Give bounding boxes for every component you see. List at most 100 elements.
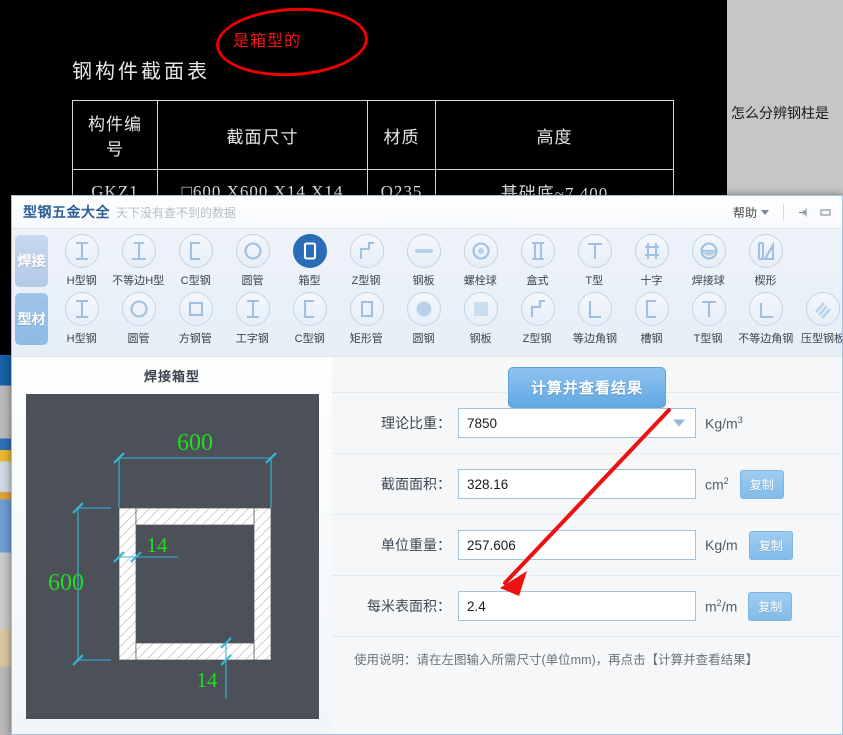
field-value: 328.16 — [467, 476, 509, 492]
toolbar-item-label: T型 — [585, 275, 604, 287]
field-unit: m2/m — [705, 597, 738, 615]
sidebar-item-welded[interactable]: 焊接 — [15, 235, 48, 287]
result-field[interactable]: 2.4 — [458, 591, 696, 621]
toolbar-item-z-beam[interactable]: Z型钢 — [509, 292, 566, 346]
toolbar-item-checker-plate[interactable]: 钢板 — [452, 292, 509, 346]
copy-button[interactable]: 复制 — [748, 530, 793, 560]
field-unit: Kg/m — [705, 537, 738, 553]
field-label: 每米表面积： — [367, 598, 451, 614]
toolbar-item-t-beam[interactable]: T型钢 — [680, 292, 737, 346]
toolbar-item-label: 箱型 — [298, 275, 321, 287]
annotation-text: 是箱型的 — [233, 33, 302, 50]
toolbar-item-cross-section[interactable]: 十字 — [623, 234, 680, 288]
calc-button-wrap: 计算并查看结果 — [332, 367, 842, 408]
toolbar-item-round-pipe[interactable]: 圆管 — [224, 234, 281, 288]
icon-circle — [520, 292, 555, 326]
form-row-2: 单位重量： 257.606 Kg/m 复制 — [332, 514, 842, 575]
toolbar-item-wedge[interactable]: 楔形 — [737, 234, 794, 288]
sidebar-item-profile[interactable]: 型材 — [15, 293, 48, 345]
toolbar-item-label: 圆管 — [127, 333, 150, 345]
toolbar-item-profiled-plate[interactable]: 压型钢板 — [794, 292, 843, 346]
screen-root: 怎么分辨钢柱是 是箱型的 钢构件截面表 构件编号 截面尺寸 材质 高度 GKZ1… — [0, 0, 843, 735]
field-label: 理论比重： — [381, 415, 451, 431]
toolbar-item-equal-angle[interactable]: 等边角钢 — [566, 292, 623, 346]
icon-circle — [463, 234, 498, 268]
channel-icon — [645, 299, 656, 319]
calculate-button[interactable]: 计算并查看结果 — [507, 367, 666, 408]
icon-circle — [349, 234, 384, 268]
field-label: 单位重量： — [381, 537, 451, 553]
pin-icon[interactable] — [792, 202, 814, 222]
section-diagram[interactable]: 600 600 14 14 — [25, 394, 319, 719]
toolbar-item-label: 钢板 — [469, 333, 492, 345]
results-pane: 计算并查看结果 理论比重： 7850 Kg/m3 截面面积： 328.16 cm2 复制 单位… — [332, 357, 842, 734]
background-left-strip — [0, 355, 11, 735]
table-header-row: 构件编号 截面尺寸 材质 高度 — [72, 100, 674, 170]
toolbar-item-h-beam[interactable]: H型钢 — [53, 292, 110, 346]
toolbar-item-steel-plate[interactable]: 钢板 — [395, 234, 452, 288]
icon-circle — [520, 234, 555, 268]
dim-thickness-top-label: 14 — [146, 533, 168, 557]
toolbar-item-unequal-angle[interactable]: 不等边角钢 — [737, 292, 794, 346]
toolbar-item-bolt-ball[interactable]: 螺栓球 — [452, 234, 509, 288]
toolbar-item-round-pipe[interactable]: 圆管 — [110, 292, 167, 346]
square-tube-icon — [188, 301, 203, 317]
toolbar-item-box-section[interactable]: 箱型 — [281, 234, 338, 288]
toolbar-item-label: 螺栓球 — [463, 275, 498, 287]
checker-plate-icon — [473, 302, 488, 316]
toolbar-item-label: 等边角钢 — [572, 333, 617, 345]
toolbar-item-label: 方钢管 — [178, 333, 213, 345]
cad-drawing-title: 钢构件截面表 — [72, 61, 210, 83]
copy-button[interactable]: 复制 — [748, 591, 793, 621]
density-select[interactable]: 7850 — [458, 408, 696, 438]
toolbar-item-rect-tube[interactable]: 矩形管 — [338, 292, 395, 346]
pin-glyph — [798, 208, 807, 216]
toolbar-item-channel[interactable]: 槽钢 — [623, 292, 680, 346]
toolbar-item-round-bar[interactable]: 圆钢 — [395, 292, 452, 346]
background-right-text: 怎么分辨钢柱是 — [731, 105, 829, 121]
toolbar-item-unequal-h-beam[interactable]: 不等边H型 — [110, 234, 167, 288]
dim-height-label: 600 — [48, 570, 84, 596]
icon-circle — [235, 234, 270, 268]
toolbar-item-label: 圆钢 — [412, 333, 435, 345]
steel-plate-icon — [414, 249, 433, 253]
toolbar-item-welded-ball[interactable]: 焊接球 — [680, 234, 737, 288]
icon-circle — [577, 292, 612, 326]
field-value: 2.4 — [467, 598, 486, 614]
toolbar-row-profile: H型钢 圆管 方钢管 工字钢 C型钢 矩形管 圆钢 钢板 Z型钢 等边角钢 槽钢 T型钢 不等边角钢 压型… — [53, 288, 842, 346]
icon-circle — [178, 292, 213, 326]
minimize-icon[interactable] — [814, 202, 836, 222]
side-tab-group: 焊接 型材 — [15, 235, 51, 351]
toolbar-item-c-channel[interactable]: C型钢 — [167, 234, 224, 288]
result-field[interactable]: 328.16 — [458, 469, 696, 499]
toolbar-item-i-beam[interactable]: 工字钢 — [224, 292, 281, 346]
icon-circle — [292, 234, 327, 268]
toolbar-item-boxed[interactable]: 盒式 — [509, 234, 566, 288]
h-beam-icon — [75, 241, 88, 261]
c-channel-icon — [303, 299, 314, 319]
chevron-down-icon — [761, 209, 769, 215]
wedge-icon — [757, 241, 774, 261]
toolbar-item-h-beam[interactable]: H型钢 — [53, 234, 110, 288]
toolbar-item-c-channel[interactable]: C型钢 — [281, 292, 338, 346]
toolbar-item-label: C型钢 — [294, 333, 325, 345]
z-beam-icon — [530, 299, 545, 317]
round-pipe-icon — [243, 242, 262, 260]
toolbar-item-t-section[interactable]: T型 — [566, 234, 623, 288]
toolbar-item-label: 压型钢板 — [800, 333, 843, 345]
result-field[interactable]: 257.606 — [458, 530, 696, 560]
boxed-icon — [531, 241, 544, 261]
icon-circle — [463, 292, 498, 326]
i-beam-icon — [246, 299, 259, 319]
help-menu-button[interactable]: 帮助 — [727, 201, 775, 224]
field-label: 截面面积： — [381, 476, 451, 492]
icon-circle — [748, 234, 783, 268]
field-unit: cm2 — [705, 475, 729, 493]
toolbar-item-z-beam[interactable]: Z型钢 — [338, 234, 395, 288]
toolbar-item-square-tube[interactable]: 方钢管 — [167, 292, 224, 346]
icon-circle — [235, 292, 270, 326]
app-window: 型钢五金大全 天下没有查不到的数据 帮助 焊接 型材 H型钢 不等边H型 C型钢… — [11, 195, 843, 735]
copy-button[interactable]: 复制 — [739, 469, 784, 499]
side-tab-label: 型材 — [17, 310, 46, 327]
toolbar-item-label: 槽钢 — [640, 333, 663, 345]
